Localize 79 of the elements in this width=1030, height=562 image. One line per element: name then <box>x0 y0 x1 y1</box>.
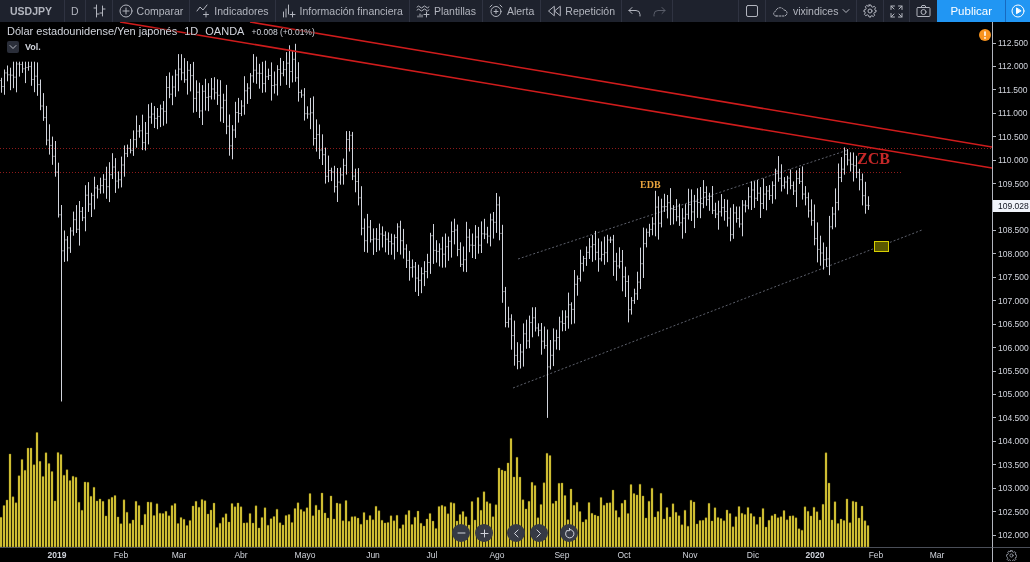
warning-icon[interactable] <box>979 29 991 41</box>
price-change: +0.008 (+0.01%) <box>251 27 315 37</box>
plus-circle-icon <box>118 4 133 18</box>
toolbar-button[interactable]: Comparar <box>112 0 190 22</box>
annotation-label: EDB <box>640 179 661 190</box>
minus-icon <box>456 529 466 537</box>
settings-icon <box>863 4 878 18</box>
time-axis-label: 2020 <box>805 550 825 560</box>
price-axis-label: 106.500 <box>998 319 1029 330</box>
time-axis-label: Mar <box>929 550 945 560</box>
price-axis-label: 105.500 <box>998 366 1029 376</box>
reset-icon <box>563 527 575 539</box>
time-axis-label: Jun <box>366 550 380 560</box>
camera-icon <box>916 4 932 18</box>
price-axis-label: 110.000 <box>998 155 1029 166</box>
symbol-title: Dólar estadounidense/Yen japonés <box>7 25 178 37</box>
settings-icon[interactable] <box>1006 549 1017 561</box>
fullscreen-icon <box>890 4 904 18</box>
time-axis-label: Oct <box>617 550 631 560</box>
time-axis-label: Abr <box>234 550 248 560</box>
undo-icon <box>628 5 641 17</box>
time-axis-label: Mayo <box>294 550 316 560</box>
price-axis-label: 111.000 <box>998 108 1028 119</box>
time-axis-label: Nov <box>682 550 698 560</box>
price-axis-label: 108.500 <box>998 225 1029 236</box>
caret-icon <box>842 8 851 14</box>
wave-lines-plus-icon <box>415 4 430 18</box>
time-axis-label: Ago <box>489 550 505 560</box>
redo-icon <box>653 5 666 17</box>
toolbar-button[interactable]: Plantillas <box>409 0 482 22</box>
line-chart-plus-icon <box>196 4 211 18</box>
square-icon <box>744 4 759 18</box>
price-axis-label: 112.000 <box>998 61 1029 72</box>
price-axis-label: 102.000 <box>998 530 1029 540</box>
toolbar-button[interactable]: Información financiera <box>275 0 409 22</box>
price-axis-label: 112.500 <box>998 38 1029 48</box>
highlight-rectangle <box>874 241 889 252</box>
price-axis-label: 109.500 <box>998 178 1029 189</box>
price-axis-label: 108.000 <box>998 248 1029 259</box>
time-axis-label: Jul <box>426 550 438 560</box>
time-axis-label: Dic <box>746 550 760 560</box>
time-axis-label: Sep <box>554 550 570 560</box>
play-circle-icon <box>1011 4 1025 18</box>
collapse-button[interactable] <box>7 41 19 53</box>
time-axis-label: Mar <box>171 550 187 560</box>
rewind-icon <box>547 4 562 18</box>
play-button[interactable] <box>1005 0 1030 22</box>
chevron-down-icon <box>9 44 17 50</box>
price-axis-label: 111.500 <box>998 84 1028 95</box>
price-axis-label: 106.000 <box>998 342 1029 353</box>
time-axis-label: Feb <box>113 550 129 560</box>
time-axis-label: 2019 <box>47 550 67 560</box>
symbol-search-button[interactable]: USDJPY <box>0 0 64 22</box>
toolbar-button[interactable]: Indicadores <box>190 0 275 22</box>
toolbar-button[interactable]: Alerta <box>482 0 541 22</box>
annotation-label: ZCB <box>857 150 890 167</box>
current-price-label: 109.028 <box>993 199 1030 212</box>
interval-button[interactable]: D <box>65 0 85 22</box>
ohlc-bars-icon <box>91 4 106 18</box>
chevron-left-icon <box>513 528 519 538</box>
chevron-right-icon <box>536 528 542 538</box>
price-axis-label: 105.000 <box>998 389 1029 400</box>
price-axis-label: 107.500 <box>998 272 1029 283</box>
toolbar-button[interactable]: Repetición <box>541 0 621 22</box>
cloud-icon <box>771 4 789 18</box>
price-axis-label: 102.500 <box>998 506 1029 517</box>
indicator-label: Vol. <box>25 42 41 52</box>
price-axis-label: 110.500 <box>998 131 1029 142</box>
alarm-clock-icon <box>488 4 503 18</box>
plus-icon <box>479 528 489 538</box>
price-axis-label: 104.500 <box>998 412 1029 423</box>
layout-menu-button[interactable]: vixindices <box>765 0 857 22</box>
time-axis-label: Feb <box>868 550 884 560</box>
price-axis-label: 107.000 <box>998 295 1029 306</box>
price-axis-label: 103.000 <box>998 483 1029 494</box>
price-axis-label: 104.000 <box>998 436 1029 447</box>
price-axis-label: 103.500 <box>998 459 1029 470</box>
exchange-label: OANDA <box>205 25 245 37</box>
bar-chart-plus-icon <box>281 4 296 18</box>
